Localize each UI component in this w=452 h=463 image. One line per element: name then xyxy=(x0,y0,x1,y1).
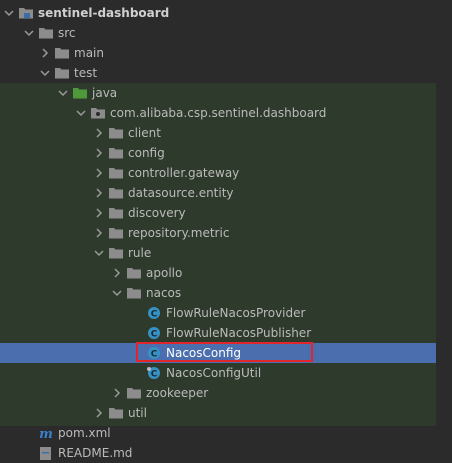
tree-row-discovery[interactable]: discovery xyxy=(0,203,436,223)
chevron-right-icon[interactable] xyxy=(92,166,106,180)
tree-row-pom[interactable]: m pom.xml xyxy=(0,423,436,443)
chevron-down-icon[interactable] xyxy=(56,86,70,100)
folder-icon xyxy=(108,246,124,260)
class-icon: C xyxy=(146,326,162,340)
tree-label: FlowRuleNacosPublisher xyxy=(166,326,312,340)
tree-label: client xyxy=(128,126,161,140)
chevron-down-icon[interactable] xyxy=(22,26,36,40)
folder-icon xyxy=(54,46,70,60)
folder-icon xyxy=(108,126,124,140)
tree-row-repository-metric[interactable]: repository.metric xyxy=(0,223,436,243)
vertical-scrollbar[interactable] xyxy=(436,0,452,457)
tree-row-datasource-entity[interactable]: datasource.entity xyxy=(0,183,436,203)
tree-row-nacos-config-util[interactable]: C NacosConfigUtil xyxy=(0,363,436,383)
chevron-down-icon[interactable] xyxy=(110,286,124,300)
folder-icon xyxy=(38,26,54,40)
folder-icon xyxy=(108,406,124,420)
tree-row-nacos-config[interactable]: C NacosConfig xyxy=(0,343,436,363)
svg-text:C: C xyxy=(151,350,158,360)
tree-row-nacos[interactable]: nacos xyxy=(0,283,436,303)
class-icon: C xyxy=(146,306,162,320)
folder-icon xyxy=(108,206,124,220)
tree-label: com.alibaba.csp.sentinel.dashboard xyxy=(110,106,327,120)
svg-text:C: C xyxy=(151,330,158,340)
tree-row-src[interactable]: src xyxy=(0,23,436,43)
tree-label: main xyxy=(74,46,104,60)
tree-label: config xyxy=(128,146,165,160)
chevron-right-icon[interactable] xyxy=(38,46,52,60)
chevron-right-icon[interactable] xyxy=(110,386,124,400)
tree-row-java[interactable]: java xyxy=(0,83,436,103)
markdown-file-icon xyxy=(38,446,54,460)
svg-text:C: C xyxy=(151,370,158,380)
tree-label: pom.xml xyxy=(58,426,111,440)
module-folder-icon xyxy=(18,6,34,20)
tree-row-main[interactable]: main xyxy=(0,43,436,63)
final-class-icon: C xyxy=(146,366,162,380)
tree-label: nacos xyxy=(146,286,182,300)
tree-label: apollo xyxy=(146,266,183,280)
tree-label: controller.gateway xyxy=(128,166,240,180)
tree-row-util[interactable]: util xyxy=(0,403,436,423)
chevron-down-icon[interactable] xyxy=(38,66,52,80)
tree-row-apollo[interactable]: apollo xyxy=(0,263,436,283)
tree-label: zookeeper xyxy=(146,386,209,400)
chevron-right-icon[interactable] xyxy=(92,406,106,420)
tree-row-controller-gateway[interactable]: controller.gateway xyxy=(0,163,436,183)
tree-label: src xyxy=(58,26,76,40)
chevron-down-icon[interactable] xyxy=(92,246,106,260)
folder-icon xyxy=(54,66,70,80)
tree-label: FlowRuleNacosProvider xyxy=(166,306,306,320)
tree-label: java xyxy=(92,86,118,100)
tree-label: datasource.entity xyxy=(128,186,234,200)
test-source-folder-icon xyxy=(72,86,88,100)
tree-label: README.md xyxy=(58,446,133,460)
maven-icon: m xyxy=(38,426,54,440)
tree-label: rule xyxy=(128,246,152,260)
class-icon: C xyxy=(146,346,162,360)
package-icon xyxy=(90,106,106,120)
folder-icon xyxy=(126,286,142,300)
chevron-right-icon[interactable] xyxy=(92,226,106,240)
tree-row-zookeeper[interactable]: zookeeper xyxy=(0,383,436,403)
tree-label: util xyxy=(128,406,147,420)
chevron-down-icon[interactable] xyxy=(74,106,88,120)
folder-icon xyxy=(126,386,142,400)
tree-row-flow-rule-nacos-provider[interactable]: C FlowRuleNacosProvider xyxy=(0,303,436,323)
tree-label: NacosConfig xyxy=(166,346,242,360)
tree-label: sentinel-dashboard xyxy=(38,6,170,20)
chevron-right-icon[interactable] xyxy=(92,206,106,220)
chevron-right-icon[interactable] xyxy=(110,266,124,280)
tree-label: test xyxy=(74,66,98,80)
tree-row-client[interactable]: client xyxy=(0,123,436,143)
chevron-right-icon[interactable] xyxy=(92,126,106,140)
tree-row-flow-rule-nacos-publisher[interactable]: C FlowRuleNacosPublisher xyxy=(0,323,436,343)
tree-label: NacosConfigUtil xyxy=(166,366,262,380)
tree-row-package[interactable]: com.alibaba.csp.sentinel.dashboard xyxy=(0,103,436,123)
folder-icon xyxy=(108,166,124,180)
tree-row-rule[interactable]: rule xyxy=(0,243,436,263)
svg-text:m: m xyxy=(39,427,53,440)
tree-row-config[interactable]: config xyxy=(0,143,436,163)
folder-icon xyxy=(108,186,124,200)
folder-icon xyxy=(108,226,124,240)
chevron-right-icon[interactable] xyxy=(92,186,106,200)
tree-label: discovery xyxy=(128,206,186,220)
folder-icon xyxy=(108,146,124,160)
chevron-right-icon[interactable] xyxy=(92,146,106,160)
project-tree: sentinel-dashboard src main test java co… xyxy=(0,0,452,460)
tree-row-readme[interactable]: README.md xyxy=(0,443,436,463)
chevron-down-icon[interactable] xyxy=(2,6,16,20)
tree-label: repository.metric xyxy=(128,226,230,240)
folder-icon xyxy=(126,266,142,280)
tree-row-root[interactable]: sentinel-dashboard xyxy=(0,3,436,23)
svg-text:C: C xyxy=(151,310,158,320)
tree-row-test[interactable]: test xyxy=(0,63,436,83)
